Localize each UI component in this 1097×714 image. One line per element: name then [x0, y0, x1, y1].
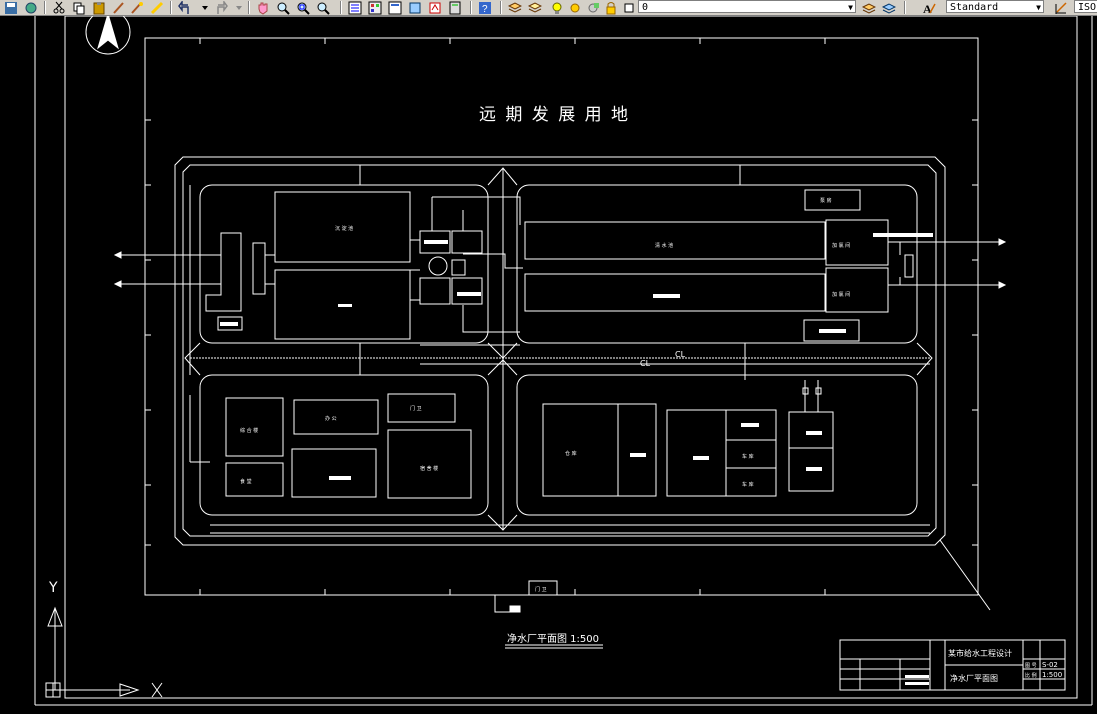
svg-text:食 堂: 食 堂 [240, 478, 252, 485]
svg-text:泵 房: 泵 房 [820, 197, 832, 204]
centerline-label: CL [640, 359, 651, 368]
canteen [225, 462, 284, 497]
design-center-icon[interactable] [366, 0, 383, 15]
layer-select[interactable]: 0 ▼ [638, 0, 856, 13]
zoom-realtime-icon[interactable] [274, 0, 291, 15]
outer-road [174, 156, 946, 546]
undo-icon[interactable] [176, 0, 193, 15]
zoom-window-icon[interactable] [294, 0, 311, 15]
dormitory [387, 429, 472, 499]
title-block-scale: 1:500 [1042, 671, 1062, 679]
title-block-scale-label: 比 例 [1025, 672, 1037, 679]
chlorine-room-2 [825, 267, 889, 313]
chevron-down-icon: ▼ [1036, 3, 1041, 12]
redo-icon[interactable] [212, 0, 229, 15]
layer-select-value: 0 [642, 2, 649, 13]
lab [291, 448, 377, 498]
block-process-east [516, 184, 918, 344]
drawing-canvas[interactable]: 沉 淀 池 清 水 池 综 合 楼 食 堂 办 公 门 卫 宿 舍 楼 仓 库 … [0, 16, 1097, 714]
warehouse-1 [542, 403, 619, 497]
match-properties-icon[interactable] [110, 0, 127, 15]
pencil-icon[interactable] [148, 0, 165, 15]
svg-text:宿 舍 楼: 宿 舍 楼 [420, 465, 438, 472]
svg-text:?: ? [482, 4, 488, 15]
dim-style-value: ISO [1078, 2, 1097, 13]
block-storage [516, 374, 918, 516]
pan-icon[interactable] [254, 0, 271, 15]
block-admin [199, 374, 489, 516]
dosing-2 [451, 277, 483, 305]
undo-dropdown-icon[interactable] [196, 0, 213, 15]
block-process-west [199, 184, 489, 344]
layer-manager-icon[interactable] [506, 0, 523, 15]
mixing-tank [252, 242, 266, 295]
text-style-icon[interactable]: A [920, 0, 937, 15]
help-icon[interactable]: ? [476, 0, 493, 15]
quickcalc-icon[interactable] [446, 0, 463, 15]
inlet-well [205, 232, 242, 312]
drawing-title: 净水厂平面图 1:500 [507, 632, 599, 645]
svg-text:综 合 楼: 综 合 楼 [240, 427, 258, 434]
future-land-label: 远 期 发 展 用 地 [479, 105, 630, 125]
zoom-previous-icon[interactable] [314, 0, 331, 15]
color-square-icon [620, 0, 637, 15]
admin-building [225, 397, 284, 457]
ucs-icon [54, 608, 130, 691]
svg-text:沉 淀 池: 沉 淀 池 [335, 225, 353, 232]
cut-icon[interactable] [50, 0, 67, 15]
svg-text:清 水 池: 清 水 池 [655, 242, 673, 249]
svg-text:门 卫: 门 卫 [410, 405, 422, 412]
sun-icon[interactable] [566, 0, 583, 15]
paste-icon[interactable] [90, 0, 107, 15]
cad-toolbar: ? 0 ▼ A Standard ▼ ISO [0, 0, 1097, 16]
svg-text:仓 库: 仓 库 [565, 450, 577, 457]
layer-state-icon[interactable] [526, 0, 543, 15]
brush-icon[interactable] [128, 0, 145, 15]
filter-2 [451, 230, 483, 254]
warehouse-2 [617, 403, 657, 497]
copy-icon[interactable] [70, 0, 87, 15]
text-style-select[interactable]: Standard ▼ [946, 0, 1044, 13]
make-layer-current-icon[interactable] [860, 0, 877, 15]
tool-palettes-icon[interactable] [386, 0, 403, 15]
pump-house-top [804, 189, 861, 211]
lock-icon[interactable] [602, 0, 619, 15]
layer-previous-icon[interactable] [880, 0, 897, 15]
bulb-icon[interactable] [548, 0, 565, 15]
clear-water-tank-2 [524, 273, 826, 312]
svg-text:加 氯 间: 加 氯 间 [832, 291, 850, 298]
properties-icon[interactable] [346, 0, 363, 15]
svg-text:门 卫: 门 卫 [535, 586, 547, 593]
title-block-drawing-name: 净水厂平面图 [950, 673, 998, 683]
svg-text:办 公: 办 公 [325, 415, 337, 422]
freeze-viewport-icon[interactable] [584, 0, 601, 15]
sheet-set-icon[interactable] [406, 0, 423, 15]
text-style-value: Standard [950, 2, 999, 13]
redo-dropdown-icon[interactable] [230, 0, 247, 15]
pump-well [428, 256, 448, 276]
title-block-sheet-no: S-02 [1042, 661, 1058, 669]
dim-style-icon[interactable] [1052, 0, 1069, 15]
svg-text:加 氯 间: 加 氯 间 [832, 242, 850, 249]
svg-text:车 库: 车 库 [742, 481, 754, 488]
clear-water-tank-1 [524, 221, 826, 260]
site-plan-drawing: 沉 淀 池 清 水 池 综 合 楼 食 堂 办 公 门 卫 宿 舍 楼 仓 库 … [34, 16, 1093, 706]
ucs-y-label: Y [48, 580, 58, 596]
svg-text:车 库: 车 库 [742, 453, 754, 460]
garage [666, 409, 727, 497]
centerline-label: CL [675, 350, 686, 359]
title-block-sheet-label: 图 号 [1025, 663, 1037, 669]
save-icon[interactable] [2, 0, 19, 15]
boiler-1 [788, 411, 834, 449]
title-block-org: 某市给水工程设计 [948, 648, 1012, 658]
markup-icon[interactable] [426, 0, 443, 15]
dosing-1 [419, 277, 451, 305]
chevron-down-icon: ▼ [848, 3, 853, 12]
globe-icon[interactable] [22, 0, 39, 15]
dim-style-select[interactable]: ISO [1074, 0, 1097, 13]
